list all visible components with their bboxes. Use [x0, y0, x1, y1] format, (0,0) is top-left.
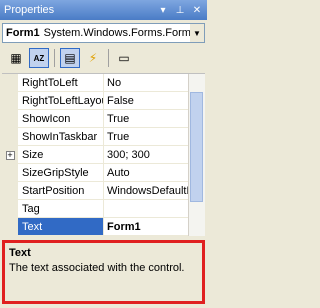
property-row[interactable]: Text Form1	[2, 218, 205, 236]
description-panel: Text The text associated with the contro…	[2, 240, 205, 304]
row-gutter	[2, 74, 18, 92]
property-row[interactable]: RightToLeftLayout False	[2, 92, 205, 110]
events-button[interactable]: ⚡	[83, 48, 103, 68]
property-row[interactable]: StartPositionWindowsDefaultLocation	[2, 182, 205, 200]
categorized-icon: ▦	[10, 51, 22, 65]
object-selector[interactable]: Form1 System.Windows.Forms.Form ▼	[2, 23, 205, 43]
property-name[interactable]: StartPosition	[18, 182, 104, 200]
property-row[interactable]: RightToLeft No	[2, 74, 205, 92]
row-gutter	[2, 128, 18, 146]
property-name[interactable]: Text	[18, 218, 104, 236]
alphabetical-button[interactable]: AZ	[29, 48, 49, 68]
description-text: The text associated with the control.	[9, 262, 185, 274]
property-name[interactable]: RightToLeft	[18, 74, 104, 92]
chevron-down-icon[interactable]: ▼	[190, 24, 204, 42]
expand-icon[interactable]: +	[5, 150, 15, 160]
property-name[interactable]: Size	[18, 146, 104, 164]
row-gutter[interactable]: +	[2, 146, 18, 164]
toolbar-separator	[54, 49, 55, 67]
categorized-button[interactable]: ▦	[6, 48, 26, 68]
property-row[interactable]: ShowInTaskbar True	[2, 128, 205, 146]
window-title: Properties	[4, 4, 55, 16]
row-gutter	[2, 92, 18, 110]
property-pages-button[interactable]: ▭	[114, 48, 134, 68]
scrollbar[interactable]	[188, 74, 205, 236]
row-gutter	[2, 182, 18, 200]
object-type: System.Windows.Forms.Form	[43, 27, 190, 39]
property-row[interactable]: + Size 300; 300	[2, 146, 205, 164]
row-gutter	[2, 200, 18, 218]
properties-button[interactable]: ▤	[60, 48, 80, 68]
alphabetical-icon: AZ	[33, 53, 45, 63]
property-name[interactable]: Tag	[18, 200, 104, 218]
pin-icon[interactable]: ⊥	[173, 3, 187, 17]
property-name[interactable]: ShowInTaskbar	[18, 128, 104, 146]
dropdown-icon[interactable]: ▾	[156, 3, 170, 17]
property-pages-icon: ▭	[118, 51, 130, 65]
events-icon: ⚡	[88, 51, 98, 65]
property-row[interactable]: Tag	[2, 200, 205, 218]
property-name[interactable]: RightToLeftLayout	[18, 92, 104, 110]
property-grid: TopMostFalseTextForm1TagStartPositionWin…	[2, 73, 205, 236]
property-row[interactable]: SizeGripStyle Auto	[2, 164, 205, 182]
property-name[interactable]: SizeGripStyle	[18, 164, 104, 182]
row-gutter	[2, 164, 18, 182]
properties-icon: ▤	[64, 51, 76, 65]
property-name[interactable]: ShowIcon	[18, 110, 104, 128]
toolbar-separator	[108, 49, 109, 67]
properties-title-bar: Properties ▾ ⊥ ✕	[0, 0, 207, 20]
scrollbar-thumb[interactable]	[190, 92, 203, 202]
object-name: Form1	[6, 27, 40, 39]
properties-toolbar: ▦ AZ ▤ ⚡ ▭	[2, 46, 205, 70]
close-icon[interactable]: ✕	[190, 3, 204, 17]
row-gutter	[2, 110, 18, 128]
row-gutter	[2, 218, 18, 236]
description-title: Text	[9, 247, 31, 259]
property-row[interactable]: ShowIcon True	[2, 110, 205, 128]
